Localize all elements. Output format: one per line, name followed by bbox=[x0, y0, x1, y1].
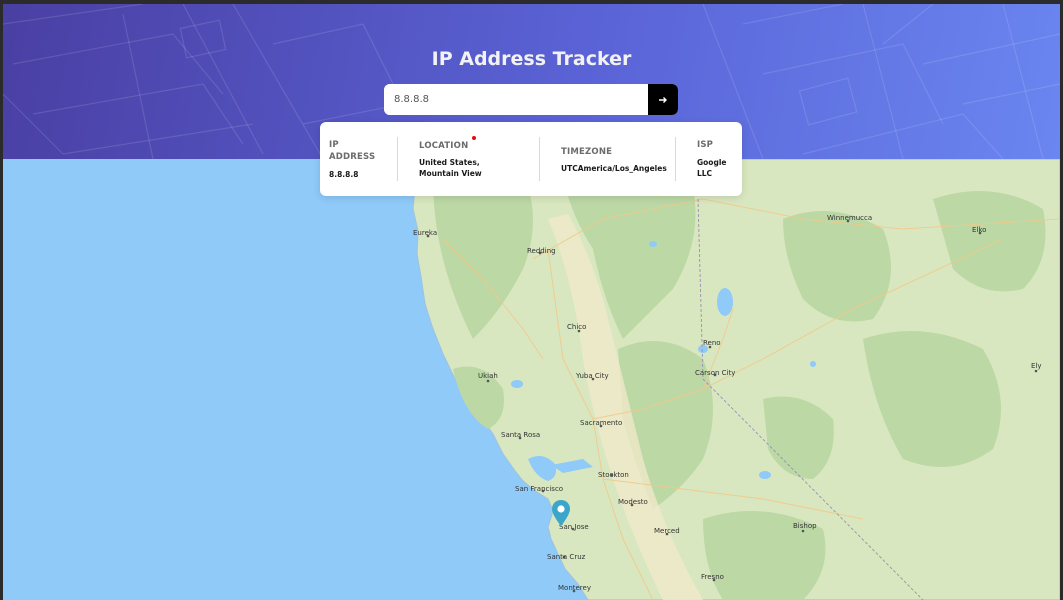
page-title: IP Address Tracker bbox=[431, 48, 632, 70]
isp-block: ISP Google LLC bbox=[697, 122, 737, 196]
search-submit-button[interactable] bbox=[648, 84, 678, 115]
city-label: Sacramento bbox=[580, 419, 622, 427]
timezone-block: TIMEZONE UTCAmerica/Los_Angeles bbox=[561, 122, 671, 196]
location-value: United States, Mountain View bbox=[419, 158, 482, 178]
location-label: LOCATION bbox=[419, 141, 469, 151]
app-frame: IP Address Tracker IP ADDRESS 8.8.8.8 LO… bbox=[3, 4, 1060, 600]
search-bar bbox=[384, 84, 678, 115]
city-label: Chico bbox=[567, 323, 586, 331]
city-label: Fresno bbox=[701, 573, 724, 581]
city-label: Eureka bbox=[413, 229, 437, 237]
isp-label: ISP bbox=[697, 140, 714, 150]
arrow-right-icon bbox=[659, 96, 667, 103]
ip-info-panel: IP ADDRESS 8.8.8.8 LOCATION United State… bbox=[320, 122, 742, 196]
divider bbox=[397, 137, 398, 181]
city-label: Monterey bbox=[558, 584, 591, 592]
map[interactable]: Eureka Redding Chico Ukiah Yuba City Sac… bbox=[3, 159, 1060, 600]
city-label: Bishop bbox=[793, 522, 817, 530]
timezone-label: TIMEZONE bbox=[561, 147, 613, 157]
city-label: Elko bbox=[972, 226, 986, 234]
ip-address-block: IP ADDRESS 8.8.8.8 bbox=[329, 122, 397, 196]
location-marker[interactable] bbox=[552, 500, 570, 526]
city-label: Carson City bbox=[695, 369, 735, 377]
city-label: Modesto bbox=[618, 498, 648, 506]
city-label: Stockton bbox=[598, 471, 629, 479]
divider bbox=[675, 137, 676, 181]
map-canvas[interactable]: Eureka Redding Chico Ukiah Yuba City Sac… bbox=[3, 159, 1060, 600]
city-label: Merced bbox=[654, 527, 680, 535]
timezone-value: UTCAmerica/Los_Angeles bbox=[561, 164, 667, 173]
city-label: Ely bbox=[1031, 362, 1042, 370]
city-label: Winnemucca bbox=[827, 214, 872, 222]
divider bbox=[539, 137, 540, 181]
city-label: Santa Rosa bbox=[501, 431, 540, 439]
ip-address-label: IP ADDRESS bbox=[329, 140, 376, 162]
city-label: Reno bbox=[703, 339, 721, 347]
city-label: Ukiah bbox=[478, 372, 498, 380]
city-label: Santa Cruz bbox=[547, 553, 586, 561]
ip-search-input[interactable] bbox=[384, 84, 648, 115]
status-indicator bbox=[472, 136, 476, 140]
city-label: Yuba City bbox=[575, 372, 609, 380]
location-block: LOCATION United States, Mountain View bbox=[419, 122, 539, 196]
ip-address-value: 8.8.8.8 bbox=[329, 170, 359, 179]
city-label: San Francisco bbox=[515, 485, 563, 493]
city-label: Redding bbox=[527, 247, 556, 255]
isp-value: Google LLC bbox=[697, 158, 727, 178]
map-pin-icon bbox=[552, 500, 570, 526]
